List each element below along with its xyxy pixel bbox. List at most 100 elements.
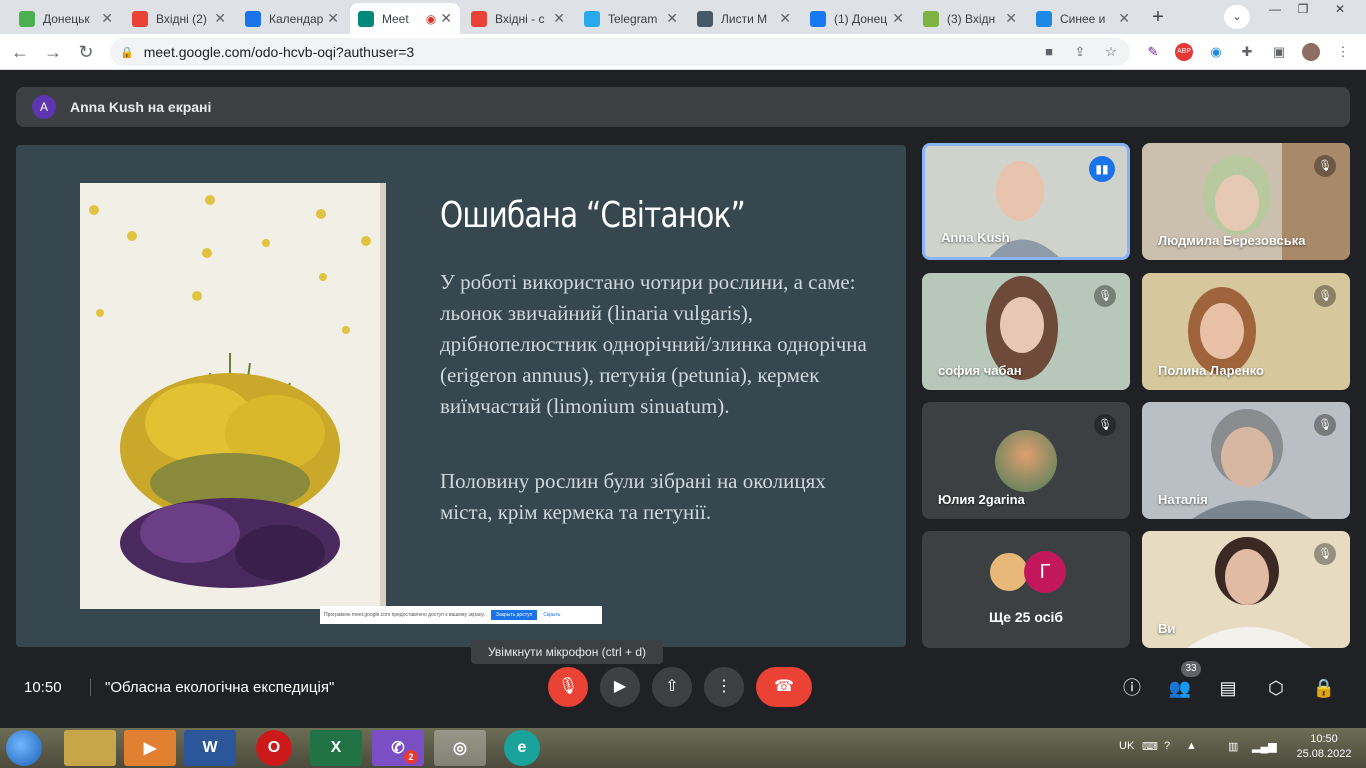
- more-vert-icon: ⋮: [716, 678, 732, 695]
- mic-toggle-button[interactable]: 🎙: [548, 667, 588, 707]
- browser-tab[interactable]: Донецьк ✕: [11, 3, 121, 34]
- word-taskbar-icon[interactable]: W: [184, 730, 236, 766]
- browser-tab[interactable]: Meet ◉ ✕: [350, 3, 460, 34]
- participant-tile[interactable]: 🎙 Людмила Березовська: [1142, 143, 1350, 260]
- tray-overflow-icon[interactable]: ▲: [1186, 740, 1197, 752]
- participant-count-badge: 33: [1181, 661, 1201, 677]
- video-camera-icon: ▶: [613, 678, 627, 695]
- participant-name: Ви: [1158, 621, 1176, 636]
- restore-button[interactable]: ❐: [1290, 0, 1316, 20]
- leave-call-button[interactable]: ☎: [756, 667, 812, 707]
- chat-icon[interactable]: ▤: [1215, 675, 1241, 701]
- calendar-icon: [245, 10, 261, 27]
- host-controls-icon[interactable]: 🔒: [1311, 675, 1337, 701]
- browser-tab[interactable]: Листи M ✕: [689, 3, 799, 34]
- system-clock[interactable]: 10:50 25.08.2022: [1292, 732, 1356, 762]
- more-options-button[interactable]: ⋮: [704, 667, 744, 707]
- slide-title: Ошибана “Світанок”: [440, 195, 746, 236]
- present-icon: ⇧: [665, 678, 679, 695]
- people-icon[interactable]: 👥: [1167, 675, 1193, 701]
- extension-circle-icon[interactable]: ◉: [1207, 43, 1225, 61]
- stop-sharing-button[interactable]: Закрыть доступ: [490, 610, 538, 620]
- browser-tab[interactable]: (3) Вхідн ✕: [915, 3, 1025, 34]
- camera-toggle-button[interactable]: ▶: [600, 667, 640, 707]
- meet-icon: [358, 10, 374, 27]
- tab-title: Telegram: [608, 11, 658, 26]
- tab-title: Листи M: [721, 11, 768, 26]
- explorer-taskbar-icon[interactable]: [64, 730, 116, 766]
- tab-title: Вхідні (2): [156, 11, 207, 26]
- hide-notice-button[interactable]: Скрыть: [543, 612, 560, 618]
- opera-taskbar-icon[interactable]: O: [256, 730, 292, 766]
- activities-icon[interactable]: ⬡: [1263, 675, 1289, 701]
- camera-icon[interactable]: ■: [1040, 43, 1058, 61]
- participant-tile[interactable]: 🎙 Юлия 2garina: [922, 402, 1130, 519]
- share-icon[interactable]: ⇪: [1071, 43, 1089, 61]
- minimize-button[interactable]: —: [1262, 0, 1288, 20]
- mic-off-icon: 🎙: [557, 678, 579, 695]
- tab-title: (3) Вхідн: [947, 11, 996, 26]
- close-tab-icon[interactable]: ✕: [327, 10, 339, 27]
- close-tab-icon[interactable]: ✕: [892, 10, 904, 27]
- close-tab-icon[interactable]: ✕: [440, 10, 452, 27]
- participant-avatar: Г: [1024, 551, 1066, 593]
- back-button[interactable]: ←: [8, 40, 32, 64]
- pen-extension-icon[interactable]: ✎: [1144, 43, 1162, 61]
- participant-tile[interactable]: ▮▮ Anna Kush: [922, 143, 1130, 260]
- signal-icon[interactable]: ▂▄▆: [1252, 740, 1277, 753]
- new-tab-button[interactable]: +: [1145, 5, 1171, 29]
- slide-paragraph-2: Половину рослин були зібрані на околицях…: [440, 469, 826, 524]
- close-tab-icon[interactable]: ✕: [553, 10, 565, 27]
- bookmark-star-icon[interactable]: ☆: [1102, 43, 1120, 61]
- present-screen-button[interactable]: ⇧: [652, 667, 692, 707]
- side-panel-icon[interactable]: ▣: [1270, 43, 1288, 61]
- participant-name: Anna Kush: [941, 230, 1010, 245]
- system-time: 10:50: [1310, 733, 1338, 745]
- browser-tab[interactable]: Синее и ✕: [1028, 3, 1138, 34]
- close-window-button[interactable]: ✕: [1318, 0, 1362, 20]
- participant-name: Наталія: [1158, 492, 1208, 507]
- viber-badge: 2: [404, 750, 418, 764]
- windows-taskbar: ▶ W O X ✆ 2 ◎ e UK ⌨ ? ▲ ▥ ▂▄▆ 10:50 25.…: [0, 728, 1366, 768]
- viber-taskbar-icon[interactable]: ✆ 2: [372, 730, 424, 766]
- browser-tab[interactable]: Telegram ✕: [576, 3, 686, 34]
- language-indicator[interactable]: UK: [1119, 740, 1134, 752]
- extensions-puzzle-icon[interactable]: ✚: [1238, 43, 1256, 61]
- herbarium-photo: [80, 183, 386, 609]
- adblock-icon[interactable]: ABP: [1175, 43, 1193, 61]
- more-participants-tile[interactable]: Г Ще 25 осіб: [922, 531, 1130, 648]
- chrome-taskbar-icon[interactable]: ◎: [434, 730, 486, 766]
- reload-button[interactable]: ↻: [74, 40, 98, 64]
- tab-search-button[interactable]: ⌄: [1224, 5, 1250, 29]
- keyboard-icon[interactable]: ⌨: [1142, 740, 1158, 753]
- close-tab-icon[interactable]: ✕: [101, 10, 113, 27]
- profile-avatar[interactable]: [1302, 43, 1320, 61]
- browser-tab[interactable]: (1) Донец ✕: [802, 3, 912, 34]
- tab-title: Вхідні - с: [495, 11, 545, 26]
- close-tab-icon[interactable]: ✕: [779, 10, 791, 27]
- media-player-taskbar-icon[interactable]: ▶: [124, 730, 176, 766]
- share-notice-text: Програмою meet.google.com предоставлено …: [324, 612, 485, 618]
- help-icon[interactable]: ?: [1164, 740, 1170, 752]
- close-tab-icon[interactable]: ✕: [666, 10, 678, 27]
- browser-tab[interactable]: Вхідні (2) ✕: [124, 3, 234, 34]
- e-app-taskbar-icon[interactable]: e: [504, 730, 540, 766]
- close-tab-icon[interactable]: ✕: [214, 10, 226, 27]
- self-tile[interactable]: 🎙 Ви: [1142, 531, 1350, 648]
- forward-button[interactable]: →: [41, 40, 65, 64]
- participant-tile[interactable]: 🎙 софия чабан: [922, 273, 1130, 390]
- participant-tile[interactable]: 🎙 Наталія: [1142, 402, 1350, 519]
- start-button[interactable]: [6, 730, 42, 766]
- participant-tile[interactable]: 🎙 Полина Ларенко: [1142, 273, 1350, 390]
- address-bar[interactable]: 🔒 meet.google.com/odo-hcvb-oqi?authuser=…: [110, 38, 1130, 66]
- tab-title: Донецьк: [43, 11, 90, 26]
- browser-tab[interactable]: Календар ✕: [237, 3, 347, 34]
- browser-tab[interactable]: Вхідні - с ✕: [463, 3, 573, 34]
- close-tab-icon[interactable]: ✕: [1118, 10, 1130, 27]
- browser-menu-icon[interactable]: ⋮: [1334, 43, 1352, 61]
- meeting-info-icon[interactable]: ⓘ: [1119, 675, 1145, 701]
- network-icon[interactable]: ▥: [1228, 740, 1238, 753]
- meeting-title: "Обласна екологічна експедиція": [90, 679, 334, 696]
- excel-taskbar-icon[interactable]: X: [310, 730, 362, 766]
- close-tab-icon[interactable]: ✕: [1005, 10, 1017, 27]
